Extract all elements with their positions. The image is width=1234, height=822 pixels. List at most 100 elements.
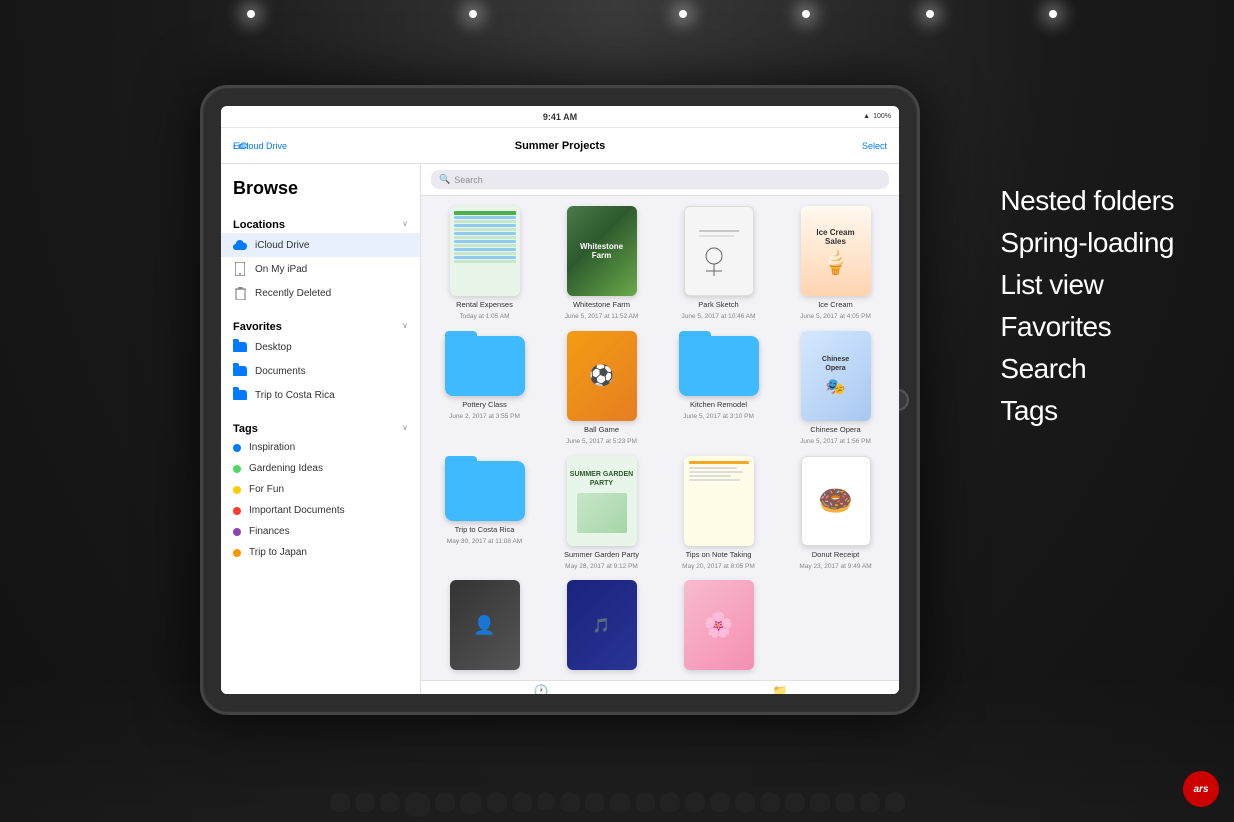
audience-head (835, 792, 855, 812)
file-date-kitchen: June 5, 2017 at 3:10 PM (683, 413, 754, 421)
nav-select-button[interactable]: Select (862, 141, 887, 151)
folder-thumb-kitchen (679, 331, 759, 396)
favorites-chevron[interactable]: ∨ (402, 321, 408, 330)
locations-chevron[interactable]: ∨ (402, 219, 408, 228)
file-name-opera: Chinese Opera (810, 425, 860, 434)
file-date-icecream: June 5, 2017 at 4:05 PM (800, 313, 871, 321)
audience-head (460, 792, 482, 814)
sidebar-icloud-label: iCloud Drive (255, 240, 309, 251)
tags-label: Tags (233, 423, 258, 435)
ceiling-light (802, 10, 810, 18)
search-input-wrapper[interactable]: 🔍 Search (431, 170, 889, 189)
status-bar: 9:41 AM ▲ 100% (221, 106, 899, 128)
sidebar-item-trip-costa-rica[interactable]: Trip to Costa Rica (221, 383, 420, 407)
audience-head (487, 792, 507, 812)
sidebar-desktop-label: Desktop (255, 342, 292, 353)
feature-tags: Tags (1000, 390, 1174, 432)
file-item-park-sketch[interactable]: Park Sketch June 5, 2017 at 10:46 AM (665, 206, 772, 321)
sidebar-tag-important[interactable]: Important Documents (221, 500, 420, 521)
sidebar-item-desktop[interactable]: Desktop (221, 335, 420, 359)
file-date-ballgame: June 5, 2017 at 5:23 PM (566, 438, 637, 446)
file-item-kitchen-remodel[interactable]: Kitchen Remodel June 5, 2017 at 3:10 PM (665, 331, 772, 446)
file-name-park: Park Sketch (698, 300, 738, 309)
file-item-rental-expenses[interactable]: Rental Expenses Today at 1:05 AM (431, 206, 538, 321)
sidebar-tag-inspiration[interactable]: Inspiration (221, 437, 420, 458)
tag-fun-label: For Fun (249, 484, 284, 495)
favorites-label: Favorites (233, 321, 282, 333)
sidebar-tag-fun[interactable]: For Fun (221, 479, 420, 500)
file-item-donut[interactable]: 🍩 Donut Receipt May 23, 2017 at 9:49 AM (782, 456, 889, 571)
desktop-folder-icon (233, 340, 247, 354)
file-thumb-opera: ChineseOpera 🎭 (801, 331, 871, 421)
audience-head (685, 792, 705, 812)
audience-head (885, 792, 905, 812)
tag-important-label: Important Documents (249, 505, 345, 516)
audience-head (330, 792, 350, 812)
audience-head (380, 792, 400, 812)
sidebar-tag-gardening[interactable]: Gardening Ideas (221, 458, 420, 479)
feature-favorites: Favorites (1000, 306, 1174, 348)
feature-search: Search (1000, 348, 1174, 390)
audience-head (785, 792, 805, 812)
wifi-icon: ▲ (863, 113, 870, 120)
file-item-flower[interactable]: 🌸 (665, 580, 772, 670)
audience-head (735, 792, 755, 812)
locations-section-header: Locations ∨ (221, 211, 420, 233)
battery-icon: 100% (873, 113, 891, 120)
audience-row (0, 792, 1234, 817)
folder-thumb-costarica (445, 456, 525, 521)
ceiling-light (247, 10, 255, 18)
file-item-dark1[interactable]: 👤 (431, 580, 538, 670)
file-name-kitchen: Kitchen Remodel (690, 400, 747, 409)
ars-text: ars (1193, 784, 1208, 795)
sidebar: Browse Locations ∨ iCloud (221, 164, 421, 694)
tab-browse[interactable]: 📁 Browse (768, 684, 791, 694)
file-thumb-ballgame: ⚽ (567, 331, 637, 421)
tab-recents[interactable]: 🕐 Recents (528, 684, 554, 694)
file-item-chinese-opera[interactable]: ChineseOpera 🎭 Chinese Opera June 5, 201… (782, 331, 889, 446)
file-thumb-tips (684, 456, 754, 546)
file-item-whitestone[interactable]: WhitestoneFarm Whitestone Farm June 5, 2… (548, 206, 655, 321)
audience-head (635, 792, 655, 812)
file-name-tips: Tips on Note Taking (686, 550, 752, 559)
main-content: Browse Locations ∨ iCloud (221, 164, 899, 694)
status-time: 9:41 AM (543, 112, 577, 122)
file-date-whitestone: June 5, 2017 at 11:52 AM (565, 313, 639, 321)
nav-back-button[interactable]: ‹ iCloud Drive (233, 141, 287, 151)
file-item-ice-cream[interactable]: Ice CreamSales 🍦 Ice Cream June 5, 2017 … (782, 206, 889, 321)
ars-badge: ars (1183, 771, 1219, 807)
file-name-ballgame: Ball Game (584, 425, 619, 434)
sidebar-item-documents[interactable]: Documents (221, 359, 420, 383)
ceiling-light (926, 10, 934, 18)
ceiling-light (1049, 10, 1057, 18)
file-name-icecream: Ice Cream (818, 300, 853, 309)
sidebar-item-icloud-drive[interactable]: iCloud Drive (221, 233, 420, 257)
sidebar-item-on-my-ipad[interactable]: On My iPad (221, 257, 420, 281)
ceiling-light (469, 10, 477, 18)
tag-inspiration-label: Inspiration (249, 442, 295, 453)
nav-title: Summer Projects (515, 140, 605, 152)
file-name-pottery: Pottery Class (462, 400, 507, 409)
file-item-trip-costarica[interactable]: Trip to Costa Rica May 30, 2017 at 11:08… (431, 456, 538, 571)
tags-chevron[interactable]: ∨ (402, 423, 408, 432)
favorites-section-header: Favorites ∨ (221, 313, 420, 335)
sidebar-tag-japan[interactable]: Trip to Japan (221, 542, 420, 563)
audience-head (610, 792, 630, 812)
file-item-ball-game[interactable]: ⚽ Ball Game June 5, 2017 at 5:23 PM (548, 331, 655, 446)
audience-head (560, 792, 580, 812)
file-item-tips[interactable]: Tips on Note Taking May 20, 2017 at 8:05… (665, 456, 772, 571)
file-item-garden-party[interactable]: SUMMER GARDEN PARTY Summer Garden Party … (548, 456, 655, 571)
file-area: 🔍 Search (421, 164, 899, 694)
audience-head (435, 792, 455, 812)
documents-folder-icon (233, 364, 247, 378)
file-date-tips: May 20, 2017 at 8:05 PM (682, 563, 755, 571)
file-name-rental: Rental Expenses (456, 300, 513, 309)
sidebar-tag-finances[interactable]: Finances (221, 521, 420, 542)
ipad-device: 9:41 AM ▲ 100% Edit ‹ iCloud Drive Summe… (200, 85, 920, 715)
search-icon: 🔍 (439, 174, 450, 185)
audience-head (660, 792, 680, 812)
file-item-dark2[interactable]: 🎵 (548, 580, 655, 670)
sidebar-item-recently-deleted[interactable]: Recently Deleted (221, 281, 420, 305)
file-item-pottery-class[interactable]: Pottery Class June 2, 2017 at 3:55 PM (431, 331, 538, 446)
file-date-costarica: May 30, 2017 at 11:08 AM (447, 538, 522, 546)
